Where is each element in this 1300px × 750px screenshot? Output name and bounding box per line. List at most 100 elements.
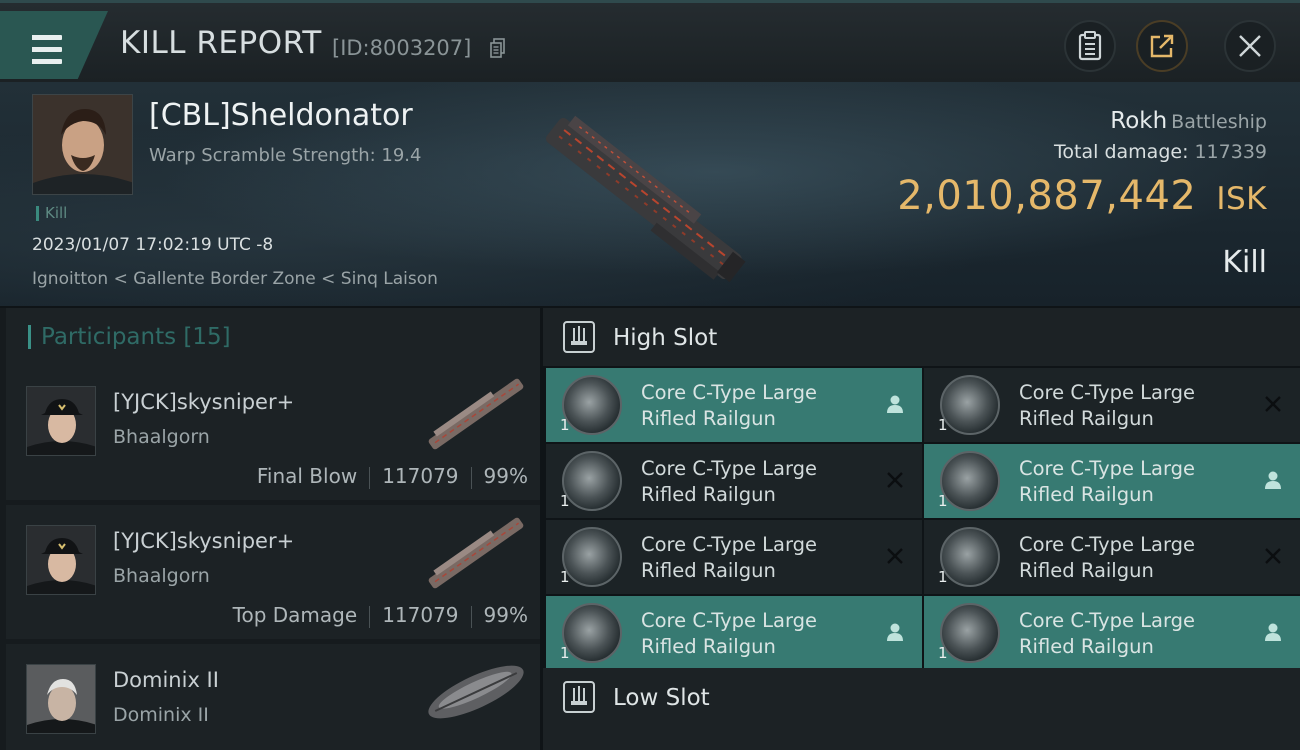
participant-stats: Final Blow 117079 99% xyxy=(257,464,528,489)
header-bar: KILL REPORT [ID:8003207] xyxy=(0,0,1300,82)
module-item[interactable]: 1 Core C-Type Large Rifled Railgun xyxy=(546,520,922,594)
destroyed-x-icon xyxy=(887,548,903,564)
menu-button[interactable] xyxy=(0,11,108,79)
module-name: Core C-Type Large Rifled Railgun xyxy=(1019,380,1195,432)
person-icon xyxy=(1265,471,1281,489)
module-name: Core C-Type Large Rifled Railgun xyxy=(1019,456,1195,508)
victim-ship-name: Rokh xyxy=(1110,108,1168,134)
share-button[interactable] xyxy=(1136,20,1188,72)
participants-title: Participants [15] xyxy=(28,325,231,349)
module-quantity: 1 xyxy=(560,492,570,510)
module-item[interactable]: 1 Core C-Type Large Rifled Railgun xyxy=(546,368,922,442)
module-name-line2: Rifled Railgun xyxy=(1019,635,1154,658)
destroyed-x-icon xyxy=(887,472,903,488)
total-damage-value: 117339 xyxy=(1194,141,1267,163)
person-icon xyxy=(887,395,903,413)
railgun-icon xyxy=(562,603,622,663)
module-name-line2: Rifled Railgun xyxy=(641,407,776,430)
person-icon xyxy=(1265,623,1281,641)
participant-percent: 99% xyxy=(483,464,528,488)
kill-summary-banner: [CBL]Sheldonator Warp Scramble Strength:… xyxy=(0,82,1300,306)
module-name-line2: Rifled Railgun xyxy=(1019,483,1154,506)
module-name-line1: Core C-Type Large xyxy=(641,457,818,480)
participant-avatar xyxy=(26,386,96,456)
participant-role: Final Blow xyxy=(256,464,358,488)
close-button[interactable] xyxy=(1224,20,1276,72)
module-name-line2: Rifled Railgun xyxy=(1019,407,1154,430)
close-icon xyxy=(1239,35,1261,57)
participant-name: [YJCK]skysniper+ xyxy=(113,529,295,553)
high-slot-label: High Slot xyxy=(613,325,718,351)
participant-name: [YJCK]skysniper+ xyxy=(113,390,295,414)
participant-ship: Bhaalgorn xyxy=(113,426,210,448)
railgun-icon xyxy=(940,603,1000,663)
module-name-line1: Core C-Type Large xyxy=(641,609,818,632)
kill-result: Kill xyxy=(1222,245,1267,280)
participant-avatar xyxy=(26,664,96,734)
total-damage-label: Total damage: xyxy=(1054,141,1189,163)
module-name-line1: Core C-Type Large xyxy=(641,381,818,404)
railgun-icon xyxy=(940,527,1000,587)
participant-percent: 99% xyxy=(483,603,528,627)
module-name: Core C-Type Large Rifled Railgun xyxy=(641,608,817,660)
module-item[interactable]: 1 Core C-Type Large Rifled Railgun xyxy=(924,444,1300,518)
low-slot-icon xyxy=(563,681,595,713)
module-quantity: 1 xyxy=(938,568,948,586)
kill-datetime: 2023/01/07 17:02:19 UTC -8 xyxy=(32,235,274,255)
isk-amount: 2,010,887,442 xyxy=(897,173,1197,219)
module-item[interactable]: 1 Core C-Type Large Rifled Railgun xyxy=(924,368,1300,442)
participant-ship: Dominix II xyxy=(113,704,209,726)
stat-divider xyxy=(470,466,472,489)
kill-location: Ignoitton < Gallente Border Zone < Sinq … xyxy=(32,269,438,289)
module-item[interactable]: 1 Core C-Type Large Rifled Railgun xyxy=(924,520,1300,594)
victim-avatar[interactable] xyxy=(32,94,133,195)
participant-name: Dominix II xyxy=(113,668,219,692)
low-slot-header: Low Slot xyxy=(543,668,1300,750)
participant-row[interactable]: [YJCK]skysniper+ Bhaalgorn Top Damage 11707… xyxy=(6,505,540,639)
participant-damage: 117079 xyxy=(382,464,459,488)
module-quantity: 1 xyxy=(560,568,570,586)
high-slot-header: High Slot xyxy=(543,308,1300,366)
stat-divider xyxy=(369,605,371,628)
clipboard-icon xyxy=(1078,31,1102,61)
module-name-line1: Core C-Type Large xyxy=(1019,457,1196,480)
total-damage: Total damage: 117339 xyxy=(1054,141,1267,163)
participant-row[interactable]: Dominix II Dominix II xyxy=(6,644,540,750)
person-icon xyxy=(887,623,903,641)
module-name-line2: Rifled Railgun xyxy=(641,483,776,506)
victim-ship: Rokh Battleship xyxy=(1110,108,1267,134)
participant-row[interactable]: [YJCK]skysniper+ Bhaalgorn Final Blow 11707… xyxy=(6,366,540,500)
module-quantity: 1 xyxy=(938,644,948,662)
participant-ship-image xyxy=(428,517,524,589)
module-item[interactable]: 1 Core C-Type Large Rifled Railgun xyxy=(924,596,1300,670)
isk-value: 2,010,887,442 ISK xyxy=(897,173,1267,219)
module-name: Core C-Type Large Rifled Railgun xyxy=(641,456,817,508)
participant-role: Top Damage xyxy=(232,603,358,627)
clipboard-button[interactable] xyxy=(1064,20,1116,72)
report-id: [ID:8003207] xyxy=(332,36,472,60)
participants-count: [15] xyxy=(183,324,231,350)
module-name-line1: Core C-Type Large xyxy=(641,533,818,556)
page-title: KILL REPORT xyxy=(120,25,322,61)
participants-label: Participants xyxy=(41,324,177,350)
module-name-line1: Core C-Type Large xyxy=(1019,533,1196,556)
railgun-icon xyxy=(940,451,1000,511)
participant-avatar xyxy=(26,525,96,595)
railgun-icon xyxy=(562,451,622,511)
isk-unit: ISK xyxy=(1216,181,1267,217)
participant-ship: Bhaalgorn xyxy=(113,565,210,587)
copy-icon[interactable] xyxy=(490,38,506,58)
victim-name: [CBL]Sheldonator xyxy=(149,98,413,133)
railgun-icon xyxy=(940,375,1000,435)
victim-ship-image xyxy=(545,115,746,283)
victim-ship-class: Battleship xyxy=(1171,111,1267,133)
participant-ship-image xyxy=(428,665,524,719)
module-quantity: 1 xyxy=(560,644,570,662)
warp-scramble-strength: Warp Scramble Strength: 19.4 xyxy=(149,145,422,166)
module-name-line2: Rifled Railgun xyxy=(1019,559,1154,582)
module-item[interactable]: 1 Core C-Type Large Rifled Railgun xyxy=(546,596,922,670)
railgun-icon xyxy=(562,375,622,435)
module-name: Core C-Type Large Rifled Railgun xyxy=(641,380,817,432)
module-name: Core C-Type Large Rifled Railgun xyxy=(1019,608,1195,660)
module-item[interactable]: 1 Core C-Type Large Rifled Railgun xyxy=(546,444,922,518)
